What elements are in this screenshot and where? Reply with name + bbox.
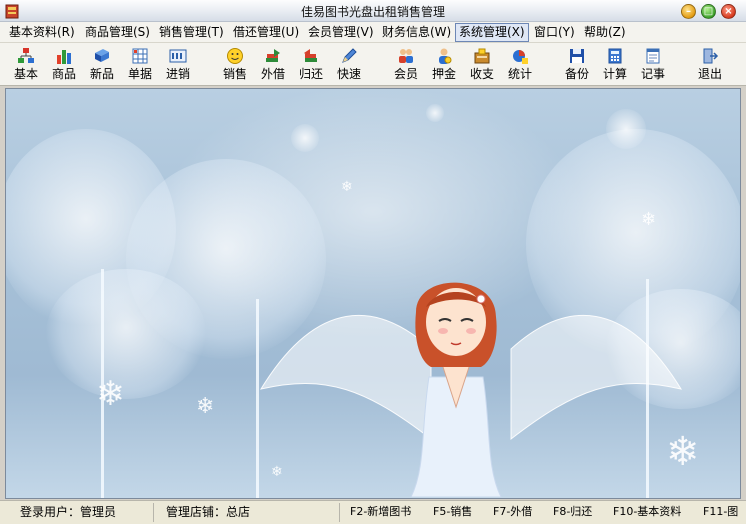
menu-goods[interactable]: 商品管理(S) — [82, 23, 153, 42]
frosted-tree — [46, 269, 206, 399]
toolbar-income-expense-button[interactable]: 收支 — [465, 47, 499, 84]
menu-window[interactable]: 窗口(Y) — [531, 23, 578, 42]
menu-members[interactable]: 会员管理(V) — [305, 23, 377, 42]
window-title: 佳易图书光盘出租销售管理 — [300, 5, 445, 19]
toolbar-new-item-button[interactable]: 新品 — [85, 47, 119, 84]
close-button[interactable]: × — [721, 4, 736, 19]
menu-help[interactable]: 帮助(Z) — [581, 23, 629, 42]
notepad-icon — [646, 48, 660, 64]
toolbar-basic-button[interactable]: 基本 — [9, 47, 43, 84]
floppy-icon — [570, 49, 584, 63]
menu-system[interactable]: 系统管理(X) — [455, 23, 529, 42]
background-illustration: ❄ ❄ ❄ ❄ ❄ ❄ — [5, 88, 741, 499]
minimize-button[interactable]: – — [681, 4, 696, 19]
toolbar-documents-label: 单据 — [127, 67, 152, 81]
title-bar[interactable]: 佳易图书光盘出租销售管理 – □ × — [0, 0, 746, 22]
toolbar-notes-label: 记事 — [640, 67, 665, 81]
hotkey-basic-data[interactable]: F10-基本资料 — [613, 503, 681, 522]
app-window: 佳易图书光盘出租销售管理 – □ × 基本资料(R) 商品管理(S) 销售管理(… — [0, 0, 746, 524]
toolbar-quick-label: 快速 — [336, 67, 361, 81]
snowflake-icon: ❄ — [341, 179, 353, 195]
menu-bar: 基本资料(R) 商品管理(S) 销售管理(T) 借还管理(U) 会员管理(V) … — [0, 22, 746, 43]
hotkey-new-book[interactable]: F2-新增图书 — [350, 503, 411, 522]
stats-icon — [513, 50, 528, 64]
toolbar-exit-button[interactable]: 退出 — [693, 47, 727, 84]
person-coin-icon — [439, 48, 452, 64]
toolbar-calculator-button[interactable]: 计算 — [598, 47, 632, 84]
toolbar-deposit-button[interactable]: 押金 — [427, 47, 461, 84]
snow-bubble — [291, 124, 319, 152]
minimize-icon: – — [686, 5, 691, 17]
menu-sales[interactable]: 销售管理(T) — [156, 23, 227, 42]
hotkey-f11[interactable]: F11-图 — [703, 503, 738, 522]
toolbar-lend-out-button[interactable]: 外借 — [256, 47, 290, 84]
toolbar-quick-button[interactable]: 快速 — [332, 47, 366, 84]
snowflake-icon: ❄ — [271, 464, 283, 480]
toolbar-notes-button[interactable]: 记事 — [636, 47, 670, 84]
calculator-icon — [608, 48, 622, 64]
toolbar-backup-label: 备份 — [564, 67, 589, 81]
ledger-icon — [169, 49, 187, 63]
close-icon: × — [724, 5, 733, 17]
toolbar-purchase-sale-button[interactable]: 进销 — [161, 47, 195, 84]
toolbar-basic-label: 基本 — [13, 67, 38, 81]
books-out-icon — [266, 49, 280, 62]
pen-icon — [342, 48, 357, 63]
toolbar-return-button[interactable]: 归还 — [294, 47, 328, 84]
toolbar-income-expense-label: 收支 — [469, 67, 494, 81]
cash-box-icon — [474, 48, 490, 64]
toolbar-documents-button[interactable]: 单据 — [123, 47, 157, 84]
angel-girl-figure — [410, 282, 502, 497]
status-bar: 登录用户：管理员 管理店铺：总店 F2-新增图书 F5-销售 F7-外借 F8-… — [0, 500, 746, 524]
hotkey-sales[interactable]: F5-销售 — [433, 503, 472, 522]
toolbar-sales-label: 销售 — [222, 67, 247, 81]
toolbar-goods-label: 商品 — [51, 67, 76, 81]
members-icon — [399, 49, 413, 63]
snow-bubble — [426, 104, 444, 122]
toolbar-members-button[interactable]: 会员 — [389, 47, 423, 84]
toolbar-purchase-sale-label: 进销 — [165, 67, 190, 81]
smiley-icon — [227, 48, 243, 64]
snowflake-icon: ❄ — [96, 374, 125, 414]
toolbar-new-item-label: 新品 — [89, 67, 114, 81]
toolbar-sales-button[interactable]: 销售 — [218, 47, 252, 84]
toolbar-return-label: 归还 — [298, 67, 323, 81]
status-login-user: 登录用户：管理员 — [14, 503, 154, 522]
hotkey-lend[interactable]: F7-外借 — [493, 503, 532, 522]
menu-lending[interactable]: 借还管理(U) — [230, 23, 302, 42]
toolbar-deposit-label: 押金 — [431, 67, 456, 81]
hotkey-return[interactable]: F8-归还 — [553, 503, 592, 522]
toolbar-exit-label: 退出 — [697, 67, 722, 81]
maximize-icon: □ — [703, 5, 714, 17]
blue-book-icon — [95, 49, 109, 62]
bar-chart-icon — [57, 50, 71, 64]
toolbar-members-label: 会员 — [393, 67, 418, 81]
snowflake-icon: ❄ — [641, 209, 657, 230]
maximize-button[interactable]: □ — [701, 4, 716, 19]
toolbar-calculator-label: 计算 — [602, 67, 627, 81]
books-return-icon — [304, 49, 317, 62]
exit-door-icon — [703, 48, 719, 64]
menu-finance[interactable]: 财务信息(W) — [379, 23, 454, 42]
toolbar: 基本 商品 新品 单据 进销 销售 外借 归还 快速 会员 押金 收支 统计 备… — [0, 43, 746, 86]
toolbar-goods-button[interactable]: 商品 — [47, 47, 81, 84]
status-store: 管理店铺：总店 — [160, 503, 340, 522]
toolbar-statistics-button[interactable]: 统计 — [503, 47, 537, 84]
menu-basic-data[interactable]: 基本资料(R) — [6, 23, 78, 42]
toolbar-statistics-label: 统计 — [507, 67, 532, 81]
snow-bubble — [606, 109, 646, 149]
toolbar-lend-out-label: 外借 — [260, 67, 285, 81]
grid-form-icon — [132, 48, 148, 64]
snowflake-icon: ❄ — [196, 394, 215, 419]
org-chart-icon — [18, 48, 34, 63]
toolbar-backup-button[interactable]: 备份 — [560, 47, 594, 84]
